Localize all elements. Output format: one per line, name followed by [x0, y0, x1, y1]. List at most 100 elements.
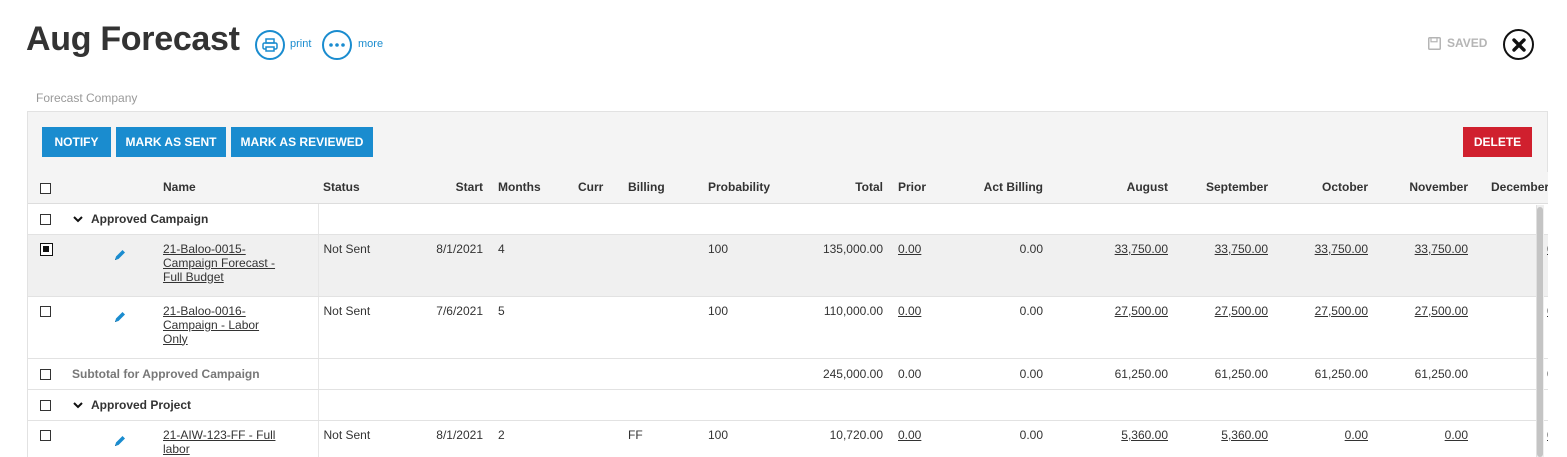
september-link[interactable]: 27,500.00	[1215, 304, 1268, 318]
col-header-prior[interactable]: Prior	[898, 172, 958, 204]
action-toolbar: NOTIFY MARK AS SENT MARK AS REVIEWED DEL…	[27, 111, 1548, 173]
close-button[interactable]	[1503, 29, 1534, 60]
group-checkbox[interactable]	[40, 399, 51, 411]
status-cell: Not Sent	[317, 234, 418, 297]
billing-cell	[628, 296, 708, 359]
saved-label: SAVED	[1447, 36, 1488, 50]
table-header-row: Name Status Start Months Curr Billing Pr…	[28, 172, 1548, 204]
subtotal-checkbox[interactable]	[40, 368, 51, 380]
september-link[interactable]: 33,750.00	[1215, 242, 1268, 256]
mark-as-sent-button[interactable]: MARK AS SENT	[116, 127, 226, 157]
vertical-scrollbar-thumb[interactable]	[1537, 207, 1543, 457]
december-link[interactable]: 0	[1547, 304, 1548, 318]
subtotal-prior: 0.00	[898, 357, 958, 390]
august-link[interactable]: 5,360.00	[1121, 428, 1168, 442]
november-link[interactable]: 33,750.00	[1415, 242, 1468, 256]
col-header-september[interactable]: September	[1183, 172, 1283, 204]
october-link[interactable]: 27,500.00	[1315, 304, 1368, 318]
december-link[interactable]: 0	[1547, 242, 1548, 256]
pencil-edit-icon[interactable]	[113, 434, 127, 448]
subtotal-label: Subtotal for Approved Campaign	[68, 358, 318, 390]
col-header-august[interactable]: August	[1058, 172, 1183, 204]
start-cell: 8/1/2021	[418, 420, 498, 457]
close-icon	[1511, 37, 1526, 52]
row-checkbox[interactable]	[40, 242, 53, 256]
october-link[interactable]: 0.00	[1345, 428, 1368, 442]
pencil-edit-icon[interactable]	[113, 310, 127, 324]
col-header-months[interactable]: Months	[498, 172, 578, 204]
october-link[interactable]: 33,750.00	[1315, 242, 1368, 256]
probability-cell: 100	[708, 296, 808, 359]
prior-link[interactable]: 0.00	[898, 234, 958, 297]
table-row[interactable]: 21-AIW-123-FF - Full labor Not Sent 8/1/…	[28, 420, 1548, 457]
chevron-down-icon[interactable]	[73, 216, 83, 223]
group-name: Approved Campaign	[91, 211, 209, 226]
august-link[interactable]: 33,750.00	[1115, 242, 1168, 256]
col-header-name[interactable]: Name	[163, 172, 318, 204]
curr-cell	[578, 296, 628, 359]
subtotal-row: Subtotal for Approved Campaign 245,000.0…	[28, 357, 1548, 390]
col-header-start[interactable]: Start	[418, 172, 498, 204]
total-cell: 135,000.00	[808, 234, 898, 297]
col-header-act-billing[interactable]: Act Billing	[958, 172, 1058, 204]
delete-button[interactable]: DELETE	[1463, 127, 1532, 157]
ellipsis-icon	[329, 43, 345, 47]
more-link[interactable]: more	[358, 38, 383, 50]
row-checkbox[interactable]	[40, 305, 51, 317]
curr-cell	[578, 420, 628, 457]
col-header-billing[interactable]: Billing	[628, 172, 708, 204]
col-header-total[interactable]: Total	[808, 172, 898, 204]
start-cell: 7/6/2021	[418, 296, 498, 359]
months-cell: 2	[498, 420, 578, 457]
subtotal-total: 245,000.00	[808, 357, 898, 390]
status-cell: Not Sent	[317, 420, 418, 457]
table-row[interactable]: 21-Baloo-0015-Campaign Forecast - Full B…	[28, 234, 1548, 297]
notify-button[interactable]: NOTIFY	[42, 127, 111, 157]
months-cell: 5	[498, 296, 578, 359]
col-header-status[interactable]: Status	[318, 172, 418, 204]
subtotal-september: 61,250.00	[1183, 357, 1283, 390]
november-link[interactable]: 0.00	[1445, 428, 1468, 442]
prior-link[interactable]: 0.00	[898, 296, 958, 359]
billing-cell	[628, 234, 708, 297]
mark-as-reviewed-button[interactable]: MARK AS REVIEWED	[231, 127, 373, 157]
saved-indicator: SAVED	[1428, 36, 1487, 50]
prior-link[interactable]: 0.00	[898, 420, 958, 457]
forecast-name-link[interactable]: 21-Baloo-0016-Campaign - Labor Only	[163, 296, 318, 359]
col-header-curr[interactable]: Curr	[578, 172, 628, 204]
total-cell: 10,720.00	[808, 420, 898, 457]
printer-icon	[262, 38, 278, 52]
col-header-november[interactable]: November	[1383, 172, 1483, 204]
probability-cell: 100	[708, 234, 808, 297]
forecast-grid: Name Status Start Months Curr Billing Pr…	[27, 172, 1548, 457]
table-row[interactable]: 21-Baloo-0016-Campaign - Labor Only Not …	[28, 296, 1548, 359]
col-header-october[interactable]: October	[1283, 172, 1383, 204]
september-link[interactable]: 5,360.00	[1221, 428, 1268, 442]
subtotal-august: 61,250.00	[1058, 357, 1183, 390]
save-disk-icon	[1428, 36, 1441, 50]
print-button[interactable]	[255, 30, 285, 60]
november-link[interactable]: 27,500.00	[1415, 304, 1468, 318]
status-cell: Not Sent	[317, 296, 418, 359]
group-header-row: Approved Campaign	[28, 203, 1548, 235]
chevron-down-icon[interactable]	[73, 402, 83, 409]
more-button[interactable]	[322, 30, 352, 60]
col-header-probability[interactable]: Probability	[708, 172, 808, 204]
august-link[interactable]: 27,500.00	[1115, 304, 1168, 318]
act-billing-cell: 0.00	[958, 234, 1058, 297]
company-label: Forecast Company	[36, 91, 138, 105]
col-header-december[interactable]: December	[1483, 172, 1548, 204]
forecast-name-link[interactable]: 21-AIW-123-FF - Full labor	[163, 420, 318, 457]
act-billing-cell: 0.00	[958, 420, 1058, 457]
forecast-name-link[interactable]: 21-Baloo-0015-Campaign Forecast - Full B…	[163, 234, 318, 297]
row-checkbox[interactable]	[40, 429, 51, 441]
pencil-edit-icon[interactable]	[113, 248, 127, 262]
december-link[interactable]: 0	[1547, 428, 1548, 442]
group-checkbox[interactable]	[40, 213, 51, 225]
start-cell: 8/1/2021	[418, 234, 498, 297]
group-name: Approved Project	[91, 397, 192, 412]
select-all-checkbox[interactable]	[40, 182, 51, 194]
total-cell: 110,000.00	[808, 296, 898, 359]
print-link[interactable]: print	[290, 38, 311, 50]
page-title: Aug Forecast	[26, 20, 240, 58]
